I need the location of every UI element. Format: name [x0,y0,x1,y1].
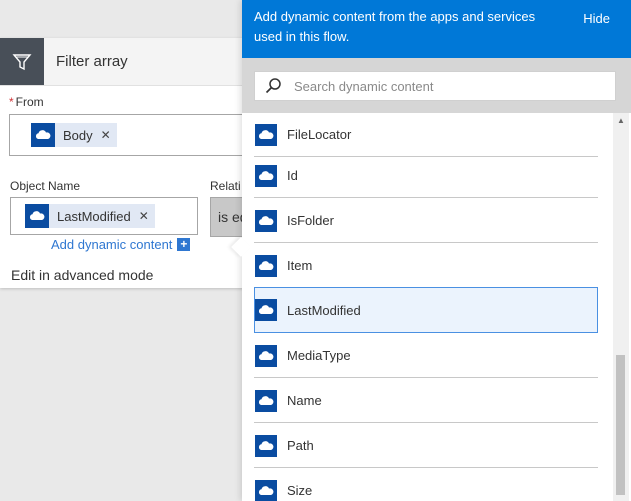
onedrive-cloud-icon [255,479,277,501]
list-item[interactable]: IsFolder [254,199,598,243]
add-dynamic-content-label: Add dynamic content [51,237,173,252]
from-token-label: Body [63,127,93,143]
filter-array-card: Filter array * From Body ✕ Object Name Re… [0,38,271,288]
scroll-up-arrow-icon[interactable]: ▲ [613,113,629,127]
list-item-label: MediaType [287,348,351,363]
relation-label: Relati [210,179,241,193]
panel-header: Add dynamic content from the apps and se… [242,0,631,58]
from-label-text: From [15,95,44,109]
list-item-selected[interactable]: LastModified [254,287,598,333]
list-item[interactable]: Path [254,424,598,468]
add-dynamic-content-link[interactable]: Add dynamic content + [51,237,191,252]
search-box[interactable] [254,71,616,101]
list-item[interactable]: MediaType [254,334,598,378]
object-name-input[interactable]: LastModified ✕ [10,197,198,235]
list-item-label: Name [287,393,322,408]
onedrive-cloud-icon [255,209,277,232]
card-header[interactable]: Filter array [0,38,270,86]
object-name-token[interactable]: LastModified ✕ [25,204,155,228]
onedrive-cloud-icon [255,164,277,187]
card-title: Filter array [56,53,128,70]
list-item-label: Size [287,483,313,498]
list-item[interactable]: Item [254,244,598,288]
dynamic-content-list: FileLocator Id IsFolder Item LastModifie… [242,113,612,501]
dynamic-content-panel: Add dynamic content from the apps and se… [242,0,631,501]
list-item[interactable]: Id [254,154,598,198]
search-area [242,58,631,113]
list-item[interactable]: Size [254,469,598,501]
filter-icon [0,38,44,85]
list-item[interactable]: Name [254,379,598,423]
onedrive-cloud-icon [255,299,277,321]
list-item-label: Path [287,438,314,453]
onedrive-cloud-icon [255,344,277,367]
required-marker: * [9,95,14,109]
remove-token-icon[interactable]: ✕ [139,209,149,223]
onedrive-cloud-icon [31,123,55,147]
hide-button[interactable]: Hide [583,9,610,29]
onedrive-cloud-icon [255,434,277,457]
onedrive-cloud-icon [25,204,49,228]
search-icon [264,77,282,95]
scrollbar[interactable]: ▲ [613,113,629,501]
onedrive-cloud-icon [255,123,277,146]
remove-token-icon[interactable]: ✕ [101,128,111,142]
advanced-mode-link[interactable]: Edit in advanced mode [11,267,153,283]
list-item[interactable]: FileLocator [254,113,598,157]
list-item-label: LastModified [287,302,361,318]
search-input[interactable] [292,77,596,95]
plus-icon: + [177,238,191,251]
from-token[interactable]: Body ✕ [31,123,117,147]
onedrive-cloud-icon [255,254,277,277]
list-item-label: FileLocator [287,127,352,142]
from-label: * From [9,95,44,109]
object-token-label: LastModified [57,208,131,224]
scroll-thumb[interactable] [616,355,625,495]
list-item-label: Item [287,258,313,273]
list-item-label: IsFolder [287,213,334,228]
panel-description: Add dynamic content from the apps and se… [254,9,536,44]
list-item-label: Id [287,168,298,183]
object-name-label: Object Name [10,179,81,193]
onedrive-cloud-icon [255,389,277,412]
from-input[interactable]: Body ✕ [9,114,271,156]
